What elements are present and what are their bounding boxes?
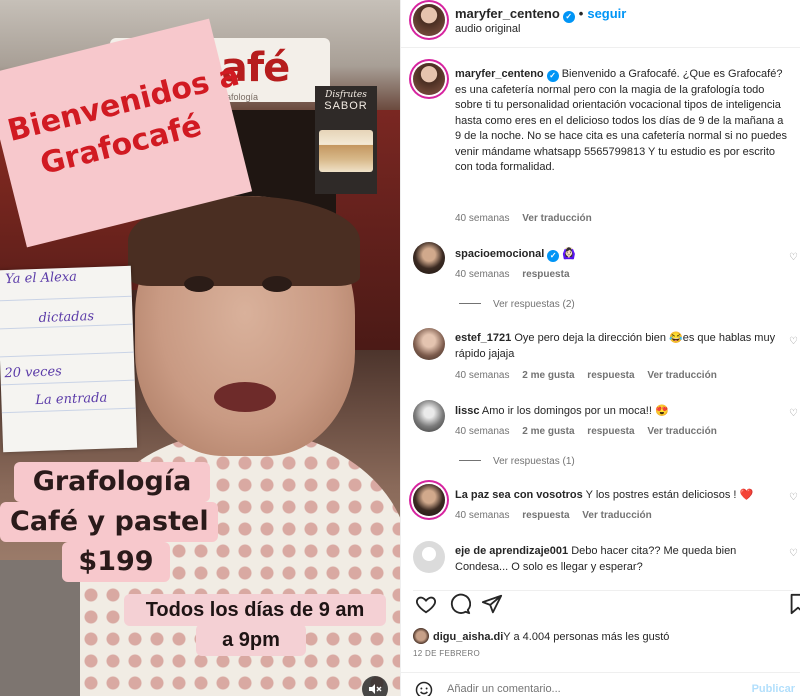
translate-link[interactable]: Ver traducción — [647, 370, 716, 381]
separator-dot: • — [578, 6, 584, 21]
likes-count-text: Y a 4.004 personas más les gustó — [503, 631, 670, 643]
comment-avatar[interactable] — [413, 484, 445, 516]
replies-divider — [459, 460, 481, 461]
dessert-poster: Disfrutes SABOR — [315, 86, 377, 194]
comment-username[interactable]: spacioemocional — [455, 248, 544, 260]
notepad-line: Ya el Alexa — [4, 269, 78, 288]
comment-username[interactable]: lissc — [455, 405, 479, 417]
verified-icon: ✓ — [546, 70, 559, 82]
hours-line2: a 9pm — [196, 624, 306, 656]
view-replies-link[interactable]: Ver respuestas (2) — [459, 299, 575, 310]
comment-likes[interactable]: 2 me gusta — [522, 426, 574, 437]
comment-item: eje de aprendizaje001 Debo hacer cita?? … — [455, 544, 785, 575]
comment-time: 40 semanas — [455, 426, 510, 437]
comment-avatar[interactable] — [413, 400, 445, 432]
author-username[interactable]: maryfer_centeno — [455, 6, 560, 21]
person-eye-left — [184, 276, 214, 292]
handwriting-notepad: Ya el Alexa dictadas 20 veces La entrada — [0, 265, 138, 453]
audio-link[interactable]: audio original — [455, 23, 520, 35]
comment-avatar[interactable] — [413, 541, 445, 573]
promo-price: $199 — [62, 542, 170, 582]
liker-avatar — [413, 628, 429, 644]
caption-username[interactable]: maryfer_centeno — [455, 68, 544, 80]
comment-time: 40 semanas — [455, 510, 510, 521]
comment-like-icon[interactable]: ♡ — [789, 336, 798, 347]
comment-item: La paz sea con vosotros Y los postres es… — [455, 488, 785, 504]
follow-button[interactable]: seguir — [587, 6, 626, 21]
author-avatar[interactable] — [413, 4, 445, 36]
heart-icon[interactable] — [413, 593, 439, 619]
verified-icon: ✓ — [547, 250, 560, 262]
comment-username[interactable]: estef_1721 — [455, 332, 511, 344]
comment-item: spacioemocional ✓ 🙆🏻‍♀️ — [455, 247, 785, 263]
emoji-icon[interactable] — [415, 681, 433, 696]
reply-link[interactable]: respuesta — [587, 426, 634, 437]
bookmark-icon[interactable] — [785, 593, 800, 619]
post-caption: maryfer_centeno ✓ Bienvenido a Grafocafé.… — [455, 67, 791, 176]
comment-avatar[interactable] — [413, 328, 445, 360]
promo-line2: Café y pastel — [0, 502, 218, 542]
poster-title: Disfrutes — [325, 90, 367, 100]
add-comment-bar: Publicar — [401, 672, 800, 696]
comment-username[interactable]: eje de aprendizaje001 — [455, 545, 568, 557]
post-panel: maryfer_centeno ✓ • seguir audio original m… — [400, 0, 800, 696]
view-replies-link[interactable]: Ver respuestas (1) — [459, 456, 575, 467]
caption-time: 40 semanas — [455, 213, 510, 224]
comment-item: estef_1721 Oye pero deja la dirección bi… — [455, 331, 785, 362]
promo-line1: Grafología — [14, 462, 210, 502]
comment-text: Amo ir los domingos por un moca!! 😍 — [481, 405, 669, 417]
comment-like-icon[interactable]: ♡ — [789, 548, 798, 559]
notepad-line: dictadas — [38, 309, 95, 326]
comment-likes[interactable]: 2 me gusta — [522, 370, 574, 381]
reel-video[interactable]: café de la grafología Disfrutes SABOR Ya… — [0, 0, 400, 696]
caption-meta: 40 semanas Ver traducción — [455, 213, 602, 224]
view-replies-label: Ver respuestas (2) — [493, 299, 575, 310]
translate-link[interactable]: Ver traducción — [522, 213, 591, 224]
liker-username[interactable]: digu_aisha.di — [433, 631, 503, 643]
translate-link[interactable]: Ver traducción — [647, 426, 716, 437]
verified-icon: ✓ — [562, 11, 575, 23]
comment-like-icon[interactable]: ♡ — [789, 408, 798, 419]
comment-username[interactable]: La paz sea con vosotros — [455, 489, 583, 501]
comment-like-icon[interactable]: ♡ — [789, 492, 798, 503]
comment-meta: 40 semanas 2 me gusta respuesta Ver trad… — [455, 370, 727, 381]
reply-link[interactable]: respuesta — [522, 510, 569, 521]
comment-time: 40 semanas — [455, 269, 510, 280]
post-date: 12 DE FEBRERO — [413, 649, 481, 658]
reply-link[interactable]: respuesta — [522, 269, 569, 280]
caption-avatar[interactable] — [413, 63, 445, 95]
notepad-line: 20 veces — [4, 364, 63, 382]
header-divider — [401, 47, 800, 48]
comment-meta: 40 semanas respuesta Ver traducción — [455, 510, 662, 521]
poster-sub: SABOR — [324, 100, 368, 112]
comment-input[interactable] — [447, 683, 707, 695]
comment-text: 🙆🏻‍♀️ — [562, 248, 577, 260]
translate-link[interactable]: Ver traducción — [582, 510, 651, 521]
hours-line1: Todos los días de 9 am — [124, 594, 386, 626]
replies-divider — [459, 303, 481, 304]
comment-like-icon[interactable]: ♡ — [789, 252, 798, 263]
comment-icon[interactable] — [447, 593, 473, 619]
view-replies-label: Ver respuestas (1) — [493, 456, 575, 467]
likes-summary[interactable]: digu_aisha.diY a 4.004 personas más les … — [413, 628, 669, 644]
comment-time: 40 semanas — [455, 370, 510, 381]
reply-link[interactable]: respuesta — [587, 370, 634, 381]
post-header: maryfer_centeno ✓ • seguir — [455, 6, 626, 23]
notepad-line: La entrada — [35, 390, 108, 409]
person-mouth — [214, 382, 276, 412]
post-actions — [413, 590, 800, 619]
comment-item: lissc Amo ir los domingos por un moca!! … — [455, 404, 785, 420]
comment-meta: 40 semanas 2 me gusta respuesta Ver trad… — [455, 426, 727, 437]
person-eye-right — [262, 276, 292, 292]
send-icon[interactable] — [479, 593, 505, 619]
comment-avatar[interactable] — [413, 242, 445, 274]
comment-text: Y los postres están deliciosos ! ❤️ — [585, 489, 754, 501]
comment-meta: 40 semanas respuesta — [455, 269, 580, 280]
caption-text: Bienvenido a Grafocafé. ¿Que es Grafocaf… — [455, 68, 788, 173]
speaker-muted-icon[interactable] — [362, 676, 388, 696]
cake-image — [319, 130, 373, 172]
publish-button[interactable]: Publicar — [752, 683, 795, 695]
